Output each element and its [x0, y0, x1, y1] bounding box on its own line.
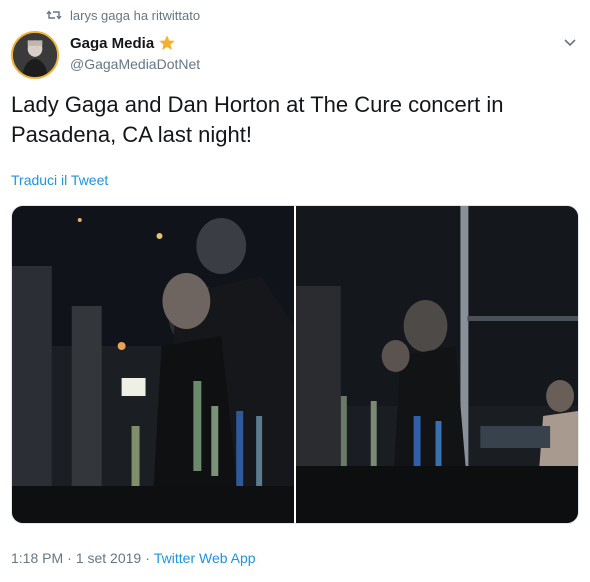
- star-icon: [158, 34, 176, 52]
- author-block[interactable]: Gaga Media @GagaMediaDotNet: [70, 34, 200, 73]
- translate-tweet-link[interactable]: Traduci il Tweet: [11, 172, 108, 188]
- retweet-context[interactable]: larys gaga ha ritwittato: [46, 7, 200, 23]
- tweet-date[interactable]: 1 set 2019: [76, 550, 141, 566]
- retweet-icon: [46, 7, 62, 23]
- tweet-time[interactable]: 1:18 PM: [11, 550, 63, 566]
- meta-separator: ·: [145, 550, 150, 566]
- tweet-text: Lady Gaga and Dan Horton at The Cure con…: [11, 92, 504, 147]
- tweet-source-link[interactable]: Twitter Web App: [154, 550, 256, 566]
- retweet-text: larys gaga ha ritwittato: [70, 7, 201, 23]
- avatar[interactable]: [11, 31, 59, 79]
- user-handle[interactable]: @GagaMediaDotNet: [70, 56, 200, 72]
- display-name[interactable]: Gaga Media: [70, 35, 154, 52]
- tweet-metadata: 1:18 PM · 1 set 2019 · Twitter Web App: [11, 550, 256, 566]
- tweet-media[interactable]: [11, 205, 579, 524]
- meta-separator: ·: [67, 550, 72, 566]
- photo-left[interactable]: [12, 206, 294, 523]
- chevron-down-icon[interactable]: [562, 34, 578, 50]
- photo-right[interactable]: [296, 206, 578, 523]
